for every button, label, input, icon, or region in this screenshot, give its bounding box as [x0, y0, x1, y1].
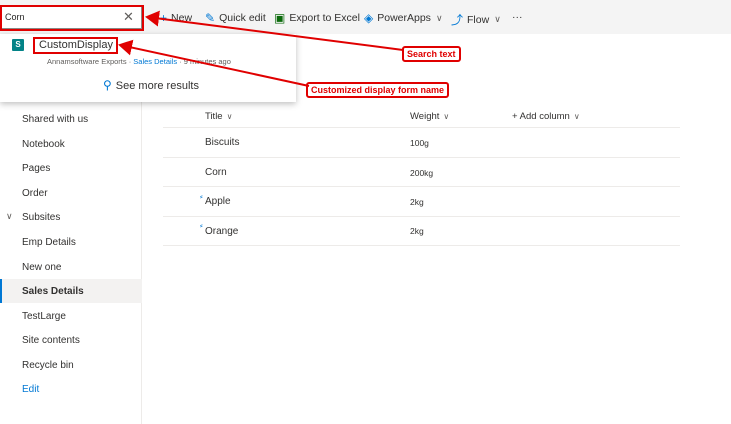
row-divider: [163, 216, 680, 217]
new-label: New: [171, 12, 193, 24]
row-weight: 200kg: [410, 168, 434, 178]
nav-item-notebook[interactable]: Notebook: [22, 139, 65, 150]
chevron-down-icon: ∨: [443, 112, 450, 121]
result-list-link[interactable]: Sales Details: [133, 57, 177, 66]
flow-label: Flow: [467, 13, 490, 26]
nav-item-new-one[interactable]: New one: [22, 262, 61, 273]
row-title[interactable]: Apple: [205, 196, 231, 207]
sharepoint-icon: S: [12, 39, 24, 51]
export-excel-button[interactable]: ▣ Export to Excel: [274, 11, 360, 25]
search-highlight-box: [0, 5, 144, 31]
chevron-down-icon[interactable]: ∨: [6, 211, 13, 222]
powerapps-label: PowerApps: [377, 12, 431, 24]
new-button[interactable]: + New: [160, 11, 192, 25]
plus-icon: +: [512, 111, 520, 122]
result-highlight-box: [33, 37, 118, 54]
more-options-button[interactable]: ···: [512, 11, 523, 23]
quick-edit-button[interactable]: ✎ Quick edit: [205, 11, 266, 25]
excel-icon: ▣: [274, 11, 286, 25]
result-meta: Annamsoftware Exports · Sales Details · …: [47, 57, 231, 66]
nav-item-testlarge[interactable]: TestLarge: [22, 311, 66, 322]
nav-item-subsites[interactable]: Subsites: [22, 212, 60, 223]
row-weight: 2kg: [410, 197, 424, 207]
new-item-icon: ⸗: [200, 192, 203, 201]
quick-edit-label: Quick edit: [219, 12, 266, 24]
column-header-title[interactable]: Title ∨: [205, 111, 232, 122]
nav-item-pages[interactable]: Pages: [22, 163, 50, 174]
row-title[interactable]: Corn: [205, 167, 227, 178]
left-nav: ∨ Shared with us Notebook Pages Order Su…: [0, 102, 142, 424]
plus-icon: +: [160, 11, 168, 25]
row-title[interactable]: Orange: [205, 226, 238, 237]
nav-item-order[interactable]: Order: [22, 188, 48, 199]
nav-edit-link[interactable]: Edit: [22, 384, 39, 395]
chevron-down-icon: ∨: [226, 112, 233, 121]
flow-button[interactable]: ⤴ Flow ∨: [451, 11, 501, 28]
row-weight: 2kg: [410, 226, 424, 236]
header-divider: [163, 127, 680, 128]
row-title[interactable]: Biscuits: [205, 137, 239, 148]
row-divider: [163, 245, 680, 246]
see-more-label: See more results: [115, 80, 199, 92]
pencil-icon: ✎: [205, 11, 216, 25]
chevron-down-icon: ∨: [494, 14, 501, 24]
nav-item-recycle-bin[interactable]: Recycle bin: [22, 360, 74, 371]
display-form-callout: Customized display form name: [306, 82, 450, 98]
chevron-down-icon: ∨: [573, 112, 580, 121]
nav-item-site-contents[interactable]: Site contents: [22, 335, 80, 346]
more-icon: ···: [512, 11, 523, 23]
add-column-button[interactable]: + Add column ∨: [512, 111, 580, 122]
search-text-callout: Search text: [402, 46, 461, 62]
see-more-results-link[interactable]: ⚲ See more results: [103, 78, 199, 92]
new-item-icon: ⸗: [200, 221, 203, 230]
nav-selected-indicator: [0, 279, 2, 303]
chevron-down-icon: ∨: [435, 12, 443, 23]
nav-item-sales-details[interactable]: Sales Details: [22, 286, 84, 297]
flow-icon: ⤴: [451, 13, 464, 27]
search-icon: ⚲: [103, 78, 112, 92]
row-divider: [163, 186, 680, 187]
export-excel-label: Export to Excel: [289, 12, 360, 24]
row-divider: [163, 157, 680, 158]
nav-item-emp-details[interactable]: Emp Details: [22, 237, 76, 248]
powerapps-button[interactable]: ◈ PowerApps ∨: [364, 11, 443, 25]
nav-item-shared-with-us[interactable]: Shared with us: [22, 114, 88, 125]
result-site: Annamsoftware Exports: [47, 57, 127, 66]
column-header-weight[interactable]: Weight ∨: [410, 111, 449, 122]
powerapps-icon: ◈: [364, 11, 374, 25]
row-weight: 100g: [410, 138, 429, 148]
result-time: 9 minutes ago: [183, 57, 231, 66]
